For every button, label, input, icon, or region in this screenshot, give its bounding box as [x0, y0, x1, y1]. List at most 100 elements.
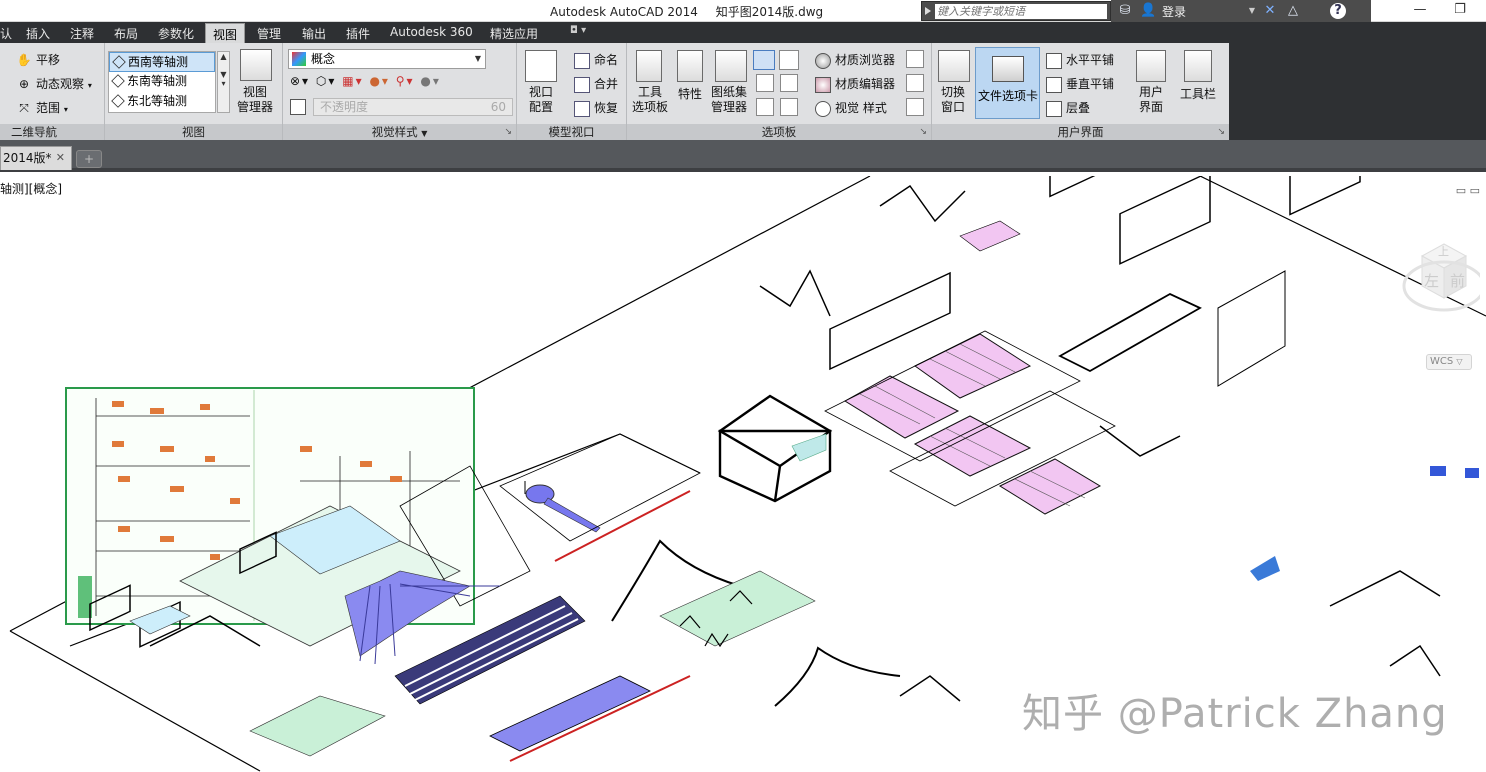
palette-small-icon-1[interactable]	[753, 50, 775, 70]
shadow-icon[interactable]: ●▾	[420, 74, 441, 88]
panel-title-viewports: 模型视口	[517, 124, 626, 140]
view-item-sw-iso[interactable]: 西南等轴测	[109, 52, 215, 72]
viewport-config-icon[interactable]	[525, 50, 557, 82]
properties-button[interactable]: 特性	[678, 85, 702, 102]
palette-small-icon-2[interactable]	[779, 50, 799, 70]
a360-icon[interactable]: △	[1285, 3, 1301, 19]
curve-drawing-2	[774, 646, 901, 707]
tool-palettes-button[interactable]: 工具 选项板	[632, 85, 668, 115]
search-expand-icon[interactable]	[925, 7, 931, 15]
restore-viewports-button[interactable]: 恢复	[574, 99, 618, 117]
palette-extra-icon-1[interactable]	[906, 50, 924, 68]
panel-launcher-icon[interactable]: ↘	[504, 124, 512, 140]
viewport-controls-label[interactable]: 轴测][概念]	[0, 180, 62, 197]
ribbon-empty-area	[1229, 43, 1486, 140]
palette-small-icon-4[interactable]	[780, 74, 798, 92]
palette-small-icon-3[interactable]	[756, 74, 774, 92]
tile-horizontal-button[interactable]: 水平平铺	[1046, 51, 1114, 69]
exchange-icon[interactable]: ✕	[1262, 3, 1278, 19]
document-tab[interactable]: 2014版* ✕	[0, 146, 72, 170]
tab-parametric[interactable]: 参数化	[158, 25, 194, 42]
viewcube[interactable]: 上 左 前	[1400, 236, 1486, 316]
login-dropdown-icon[interactable]: ▼	[1244, 3, 1260, 19]
tab-plugins[interactable]: 插件	[346, 25, 370, 42]
user-interface-button[interactable]: 用户 界面	[1139, 85, 1163, 115]
visual-styles-label: 视觉 样式	[835, 101, 887, 115]
tab-featured-apps[interactable]: 精选应用	[490, 25, 538, 42]
orbit-button[interactable]: ⊕ 动态观察 ▾	[16, 75, 92, 93]
blue-marker-1	[1430, 466, 1446, 476]
visual-styles-manager-button[interactable]: 视觉 样式	[815, 99, 887, 117]
face-style-icon[interactable]: ⬡▾	[316, 74, 337, 88]
tile-vertical-button[interactable]: 垂直平铺	[1046, 75, 1114, 93]
view-item-ne-iso[interactable]: 东北等轴测	[109, 92, 215, 112]
toolbars-icon[interactable]	[1184, 50, 1212, 82]
named-viewports-button[interactable]: 命名	[574, 51, 618, 69]
hand-icon: ✋	[16, 52, 32, 67]
tool-palettes-icon[interactable]	[636, 50, 662, 82]
material-editor-button[interactable]: 材质编辑器	[815, 75, 895, 93]
minimize-button[interactable]: —	[1400, 2, 1440, 17]
help-icon[interactable]: ?	[1330, 3, 1346, 19]
new-tab-button[interactable]: +	[76, 150, 102, 168]
tab-overflow-icon[interactable]: ◘ ▾	[570, 25, 586, 36]
binoculars-icon[interactable]: ⛁	[1117, 3, 1133, 19]
panel-navigate: ✋ 平移 ⊕ 动态观察 ▾ ⤧ 范围 ▾ 二维导航	[0, 43, 105, 140]
drawing-canvas[interactable]: 轴测][概念] ▭ ▭ 上 左 前 WCS ▽ 知乎 @Patrick Zhan…	[0, 176, 1486, 772]
join-viewports-button[interactable]: 合并	[574, 75, 618, 93]
user-interface-icon[interactable]	[1136, 50, 1166, 82]
view-manager-button[interactable]: 视图 管理器	[237, 85, 273, 115]
panel-launcher-icon[interactable]: ↘	[919, 124, 927, 140]
material-icon[interactable]: ●▾	[369, 74, 390, 88]
palettes-title-text: 选项板	[761, 125, 797, 139]
login-link[interactable]: 登录	[1162, 3, 1186, 20]
switch-windows-button[interactable]: 切换 窗口	[941, 85, 965, 115]
material-browser-button[interactable]: 材质浏览器	[815, 51, 895, 69]
search-input[interactable]	[935, 4, 1107, 19]
tab-home[interactable]: 认	[0, 25, 12, 42]
tab-output[interactable]: 输出	[302, 25, 326, 42]
opacity-label: 不透明度	[320, 100, 369, 114]
user-icon[interactable]: 👤	[1140, 3, 1156, 19]
view-sw-label: 西南等轴测	[128, 55, 189, 69]
toolbars-button[interactable]: 工具栏	[1180, 85, 1216, 102]
viewcube-top-label[interactable]: 上	[1438, 243, 1449, 259]
file-tabs-button[interactable]: 文件选项卡	[975, 47, 1040, 119]
opacity-slider[interactable]: 不透明度 60	[313, 98, 513, 116]
tab-insert[interactable]: 插入	[26, 25, 50, 42]
tab-manage[interactable]: 管理	[257, 25, 281, 42]
restore-button[interactable]: ❐	[1440, 2, 1480, 17]
lighting-icon[interactable]: ⚲▾	[396, 74, 415, 88]
wcs-menu[interactable]: WCS ▽	[1426, 354, 1472, 370]
palette-extra-icon-2[interactable]	[906, 74, 924, 92]
palette-small-icon-6[interactable]	[780, 98, 798, 116]
edge-style-icon[interactable]: ⊗▾	[290, 74, 310, 88]
extents-button[interactable]: ⤧ 范围 ▾	[16, 99, 68, 117]
viewcube-front-label[interactable]: 前	[1450, 270, 1465, 291]
view-item-se-iso[interactable]: 东南等轴测	[109, 72, 215, 92]
views-list-scroller[interactable]: ▲ ▼ ▾	[217, 51, 230, 113]
tab-layout[interactable]: 布局	[114, 25, 138, 42]
palette-small-icon-5[interactable]	[756, 98, 774, 116]
panel-launcher-icon[interactable]: ↘	[1217, 124, 1225, 140]
tab-autodesk360[interactable]: Autodesk 360	[390, 25, 473, 39]
palette-extra-icon-3[interactable]	[906, 98, 924, 116]
sheetset-manager-button[interactable]: 图纸集 管理器	[711, 85, 747, 115]
tab-annotate[interactable]: 注释	[70, 25, 94, 42]
visual-style-select[interactable]: 概念 ▼	[288, 49, 486, 69]
sheetset-manager-icon[interactable]	[715, 50, 747, 82]
color-icon[interactable]: ▦▾	[342, 74, 363, 88]
cascade-button[interactable]: 层叠	[1046, 99, 1090, 117]
restore-label: 恢复	[594, 101, 619, 115]
close-icon[interactable]: ✕	[56, 147, 65, 169]
tile-horizontal-icon	[1046, 52, 1062, 69]
pan-button[interactable]: ✋ 平移	[16, 51, 61, 69]
viewport-config-button[interactable]: 视口 配置	[529, 85, 553, 115]
title-bar: Autodesk AutoCAD 2014 知乎图2014版.dwg ⛁ 👤 登…	[0, 0, 1486, 22]
view-manager-icon[interactable]	[240, 49, 272, 81]
switch-windows-icon[interactable]	[938, 50, 970, 82]
viewport-minimize-icon[interactable]: ▭ ▭	[1456, 184, 1480, 197]
properties-icon[interactable]	[677, 50, 703, 82]
ribbon-tab-bar: 认 插入 注释 布局 参数化 视图 管理 输出 插件 Autodesk 360 …	[0, 22, 1486, 47]
viewcube-left-label[interactable]: 左	[1424, 270, 1439, 291]
